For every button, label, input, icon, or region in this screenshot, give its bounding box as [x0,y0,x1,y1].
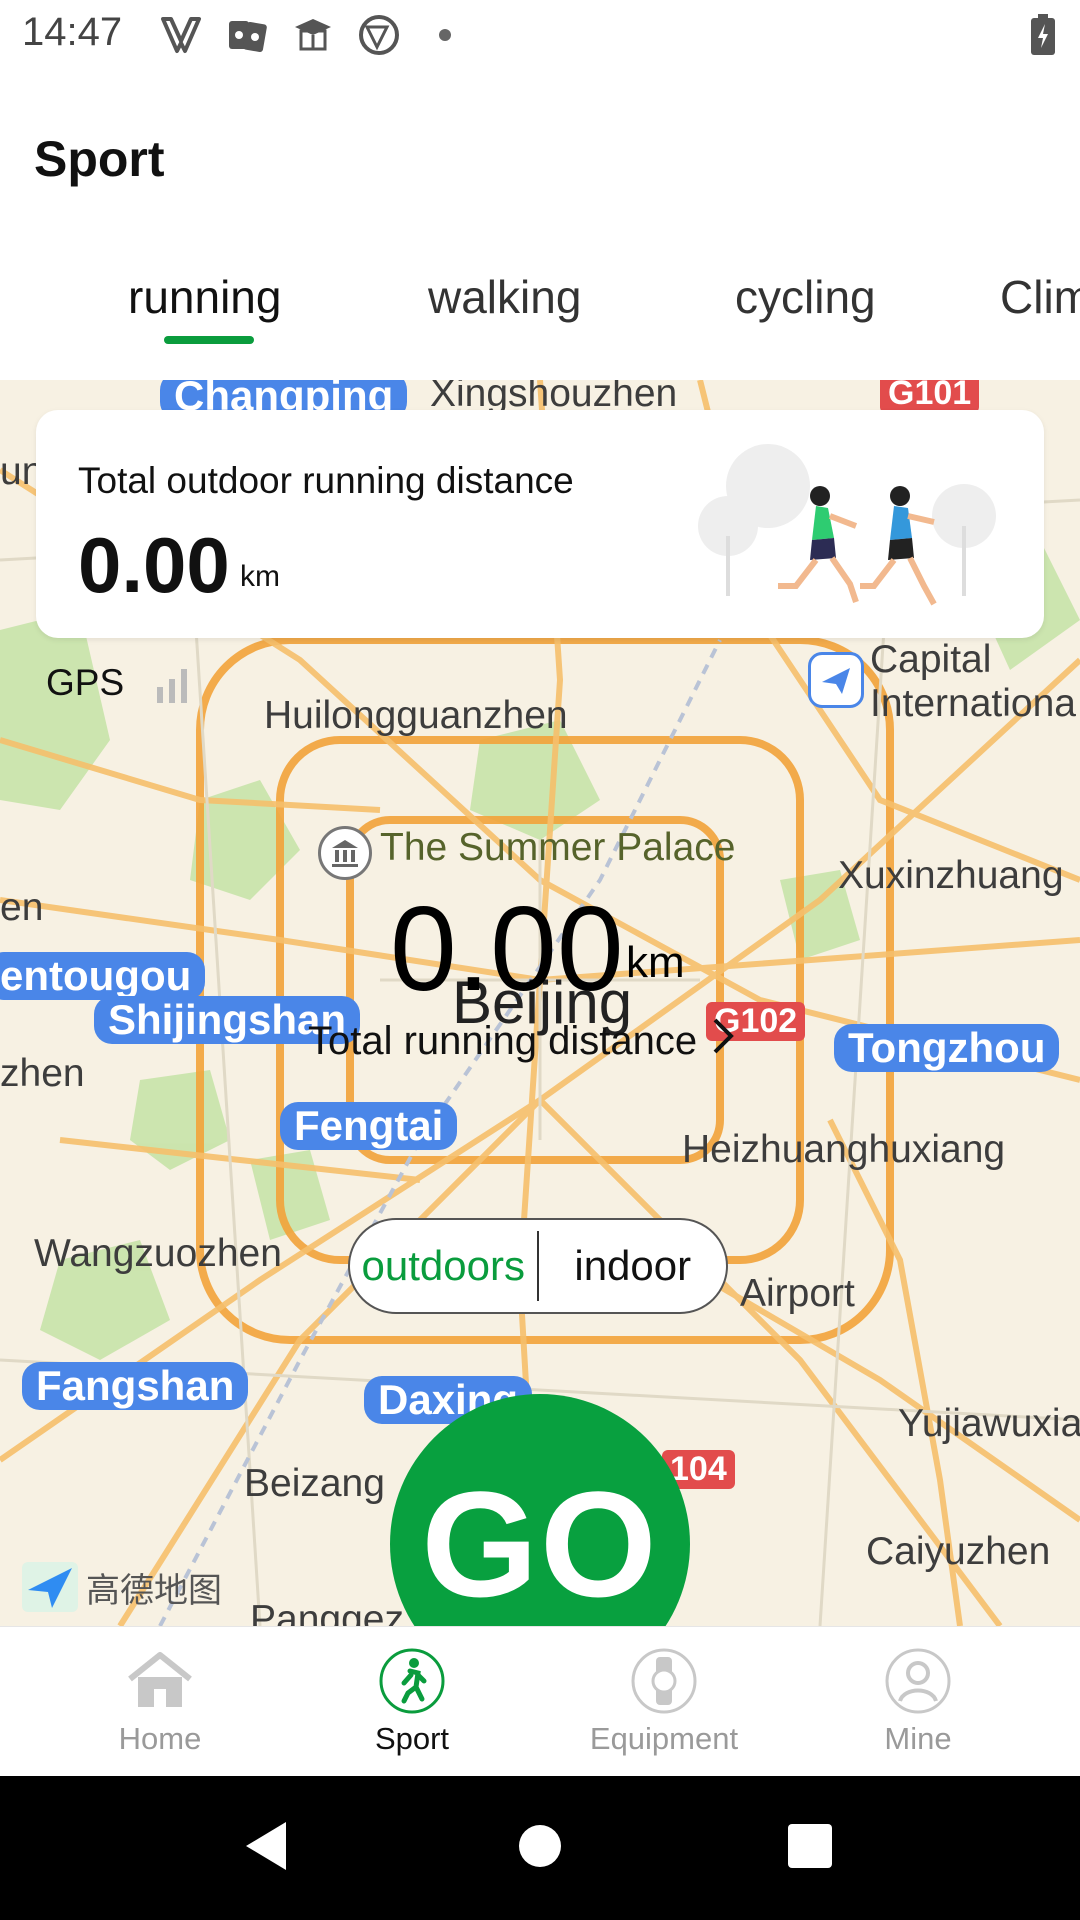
map-label-heizhuanghuxiang: Heizhuanghuxiang [682,1128,1006,1171]
nav-mine-label: Mine [884,1721,952,1756]
graduation-cap-icon [290,12,336,58]
map-label-tongzhou: Tongzhou [834,1024,1060,1072]
mode-toggle: outdoors indoor [348,1218,728,1314]
recents-icon[interactable] [786,1818,834,1879]
map-label-caiyuzhen: Caiyuzhen [866,1530,1051,1573]
page-title: Sport [34,131,165,187]
map-label-zhen: zhen [0,1052,85,1095]
go-label: GO [421,1460,659,1628]
nav-sport[interactable]: Sport [312,1647,512,1757]
map-label-wangzuozhen: Wangzuozhen [34,1232,282,1275]
nav-home[interactable]: Home [60,1647,260,1757]
map-label-huilongguanzhen: Huilongguanzhen [264,694,568,737]
aperture-icon [356,12,402,58]
vine-icon [158,12,204,58]
summary-value: 0.00 [78,521,230,609]
total-distance-unit: km [626,938,685,987]
map-label-mentougou: entougou [0,952,206,1000]
map-label-beizang: Beizang [244,1462,385,1505]
total-link-label: Total running distance [308,1018,698,1063]
map-label-international: Internationa [870,682,1076,725]
map-label-capital: Capital [870,638,992,681]
watch-icon [630,1647,698,1715]
amap-icon [22,1562,78,1612]
nav-mine[interactable]: Mine [818,1647,1018,1757]
total-running-distance-link[interactable]: Total running distance [308,1016,735,1066]
gps-signal-icon [155,665,195,705]
summary-unit: km [240,560,280,593]
sport-screen: 14:47 Sport running walking cycling Clim… [0,0,1080,1920]
map-provider-label: 高德地图 [86,1571,222,1610]
nav-equipment[interactable]: Equipment [564,1647,764,1757]
chevron-right-icon [711,1016,735,1066]
airport-icon [808,652,864,708]
runner-icon [378,1647,446,1715]
status-bar: 14:47 [0,0,1080,70]
mode-indoor[interactable]: indoor [539,1242,726,1290]
nav-sport-label: Sport [374,1721,450,1756]
battery-charging-icon [1030,14,1056,56]
cards-icon [224,12,270,58]
back-icon[interactable] [242,1818,290,1879]
map-label-airport: Airport [740,1272,855,1315]
outdoor-summary-card: Total outdoor running distance 0.00 km [36,410,1044,638]
system-nav-bar [0,1776,1080,1920]
tab-climbing[interactable]: Clim [1000,270,1080,324]
map-label-xuxinzhuang: Xuxinzhuang [838,854,1064,897]
dot-icon [422,12,468,58]
map-provider-logo: 高德地图 [22,1562,222,1612]
bottom-nav: Home Sport Equipment Mine [0,1626,1080,1776]
home-circle-icon[interactable] [516,1818,564,1879]
museum-icon [318,826,372,880]
map-label-yujiawu: Yujiawuxia [898,1402,1080,1445]
home-icon [126,1647,194,1715]
status-time: 14:47 [22,10,123,54]
summary-label: Total outdoor running distance [78,460,574,501]
nav-home-label: Home [118,1721,202,1756]
nav-equipment-label: Equipment [589,1721,739,1756]
map-label-fangshan: Fangshan [22,1362,249,1410]
map-label-summer-palace: The Summer Palace [380,826,736,869]
sport-type-tabs: running walking cycling Clim [0,270,1080,380]
tab-cycling[interactable]: cycling [735,270,876,324]
mode-outdoors[interactable]: outdoors [350,1242,537,1290]
gps-label: GPS [46,662,125,703]
runners-illustration [684,426,1004,626]
active-tab-indicator [164,336,254,344]
map-label-fengtai: Fengtai [280,1102,458,1150]
status-icons [158,12,468,58]
tab-running[interactable]: running [128,270,281,324]
map-label-en: en [0,886,44,929]
user-icon [884,1647,952,1715]
map-label-g101: G101 [880,380,980,413]
total-distance-value: 0.00 [390,882,624,1016]
map-label-panggezhuang: Panggez [250,1598,404,1626]
tab-walking[interactable]: walking [428,270,581,324]
